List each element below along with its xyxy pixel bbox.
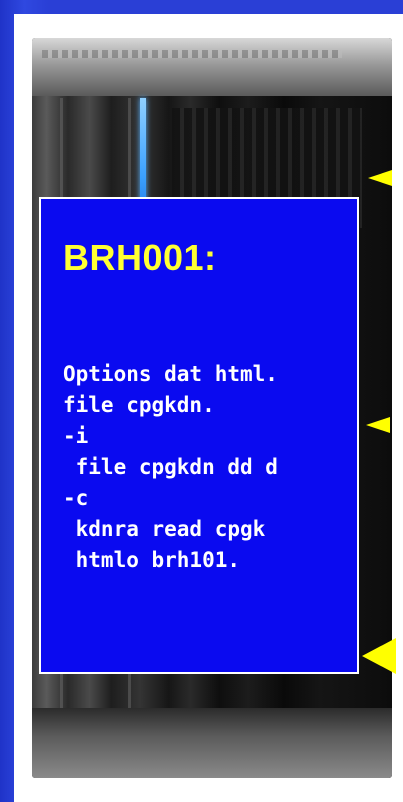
code-panel: BRH001: Options dat html. file cpgkdn. -…: [39, 197, 359, 674]
arrow-left-icon: [366, 417, 390, 433]
arrow-left-icon: [362, 638, 396, 674]
rack-base: [32, 708, 392, 778]
rack-top: [32, 38, 392, 96]
code-line: -i: [63, 424, 89, 448]
code-line: file cpgkdn.: [63, 393, 215, 417]
code-line: Options dat html.: [63, 362, 278, 386]
code-line: file cpgkdn dd d: [63, 455, 278, 479]
arrow-left-icon: [368, 170, 392, 186]
code-line: kdnra read cpgk: [63, 517, 266, 541]
code-line: htmlo brh101.: [63, 548, 241, 572]
code-block: Options dat html. file cpgkdn. -i file c…: [63, 359, 278, 576]
code-line: -c: [63, 486, 89, 510]
rack-top-vents: [42, 50, 342, 58]
panel-title: BRH001:: [63, 237, 217, 278]
